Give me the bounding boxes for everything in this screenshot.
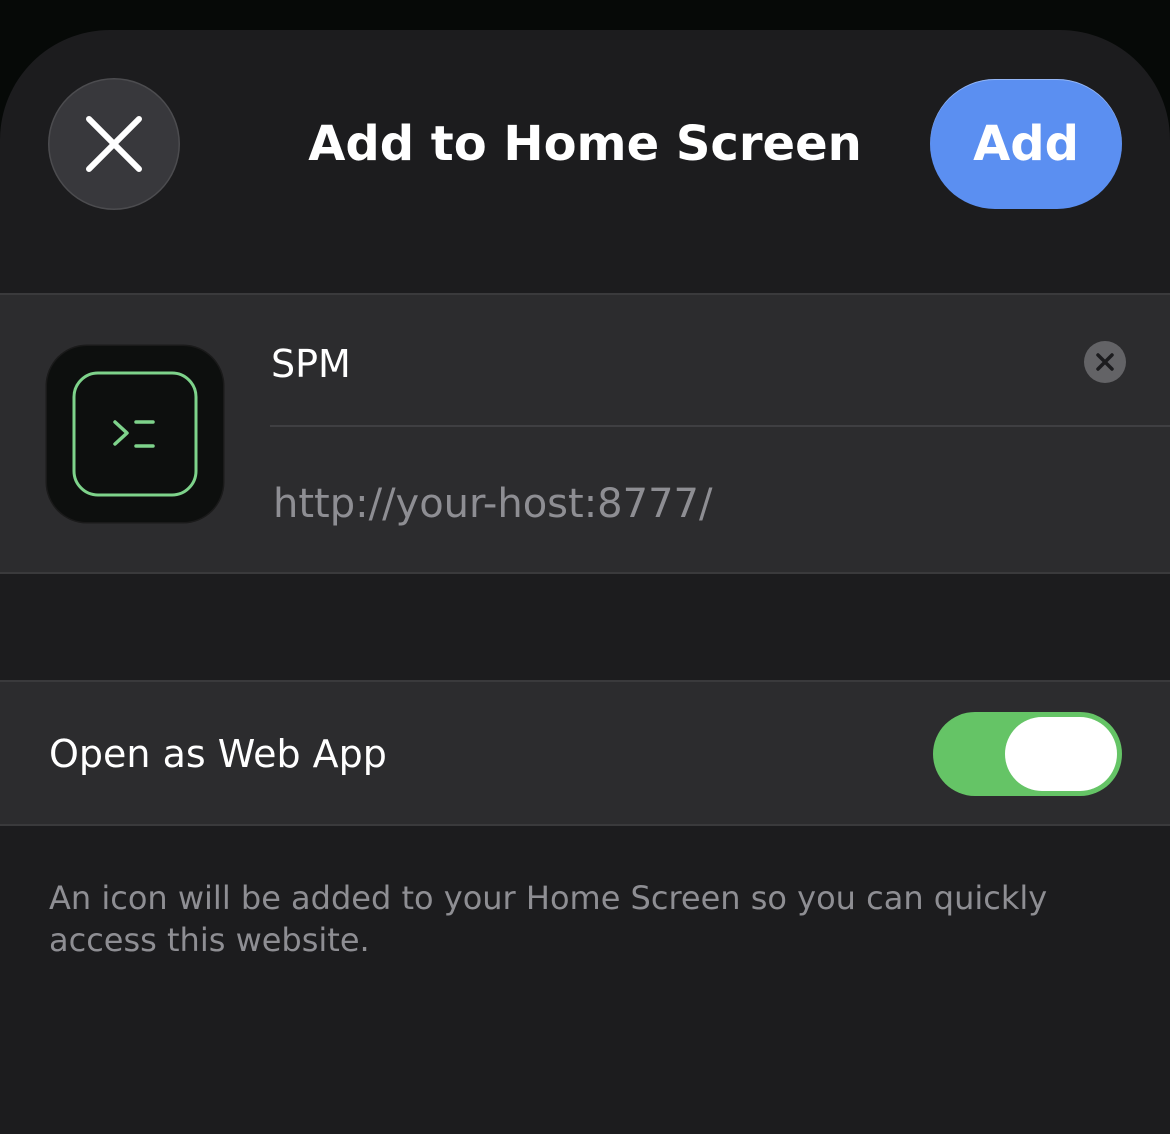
app-url: http://your-host:8777/ — [273, 481, 713, 527]
app-name-field[interactable]: SPM — [271, 339, 351, 389]
clear-name-button[interactable] — [1084, 341, 1126, 383]
terminal-prompt-icon — [72, 371, 198, 497]
footnote-text: An icon will be added to your Home Scree… — [49, 879, 1048, 959]
close-icon — [86, 116, 142, 172]
app-icon — [47, 346, 223, 522]
field-divider — [270, 425, 1170, 427]
close-button[interactable] — [48, 78, 180, 210]
web-app-toggle[interactable] — [933, 712, 1122, 796]
app-info-card: SPM http://your-host:8777/ — [0, 293, 1170, 574]
add-to-home-screen-sheet: Add to Home Screen Add SPM http://your-h… — [0, 30, 1170, 1134]
clear-text-icon — [1096, 353, 1114, 371]
toggle-knob — [1005, 717, 1117, 791]
web-app-label: Open as Web App — [49, 732, 387, 776]
sheet-title: Add to Home Screen — [308, 116, 862, 172]
web-app-setting-row: Open as Web App — [0, 680, 1170, 826]
add-button[interactable]: Add — [930, 79, 1122, 209]
